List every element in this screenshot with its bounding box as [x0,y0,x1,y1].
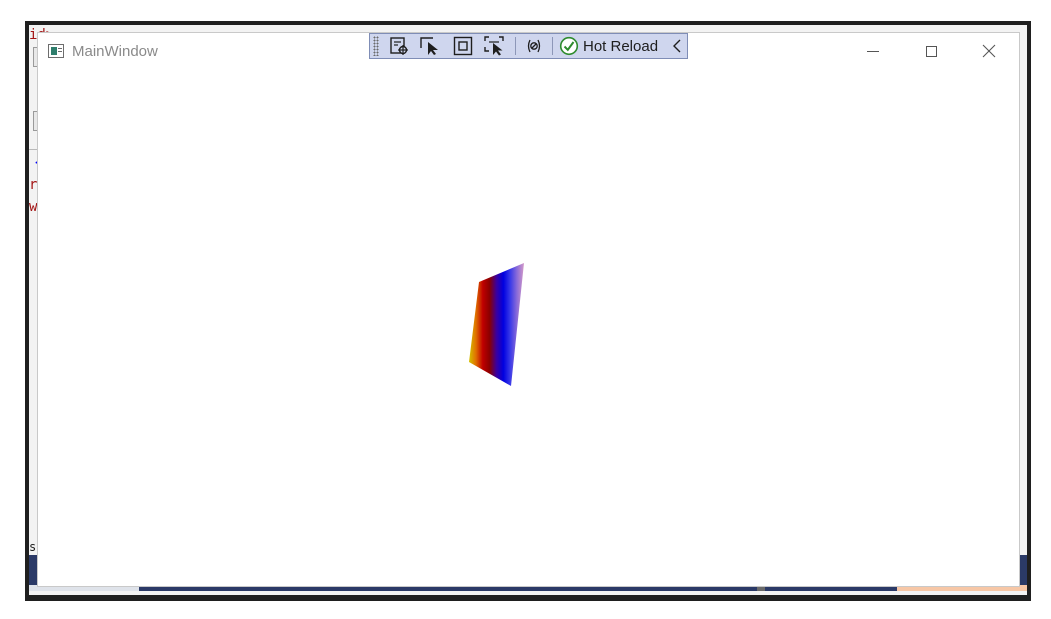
gradient-quad[interactable] [469,263,524,386]
scene-canvas[interactable] [0,0,1051,615]
viewport-3d [0,0,1051,615]
